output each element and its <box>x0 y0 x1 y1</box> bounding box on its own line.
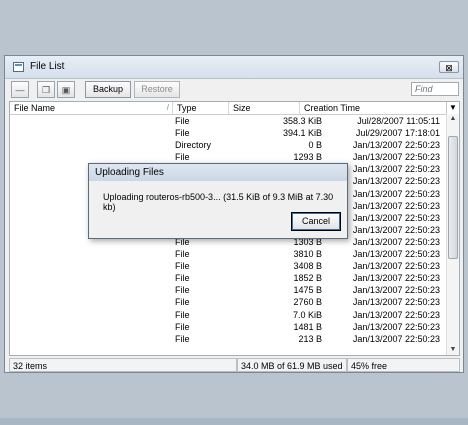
file-time-cell: Jan/13/2007 22:50:23 <box>352 249 440 260</box>
sort-icon: / <box>166 103 169 112</box>
toolbar: — ❐ ▣ Backup Restore <box>5 78 463 102</box>
file-time-cell: Jan/13/2007 22:50:23 <box>352 140 440 151</box>
file-type-cell: Directory <box>175 140 212 151</box>
cancel-button[interactable]: Cancel <box>291 212 341 231</box>
status-item-count: 32 items <box>9 358 237 372</box>
table-row[interactable]: autosupout.old.rifFile358.3 KiBJul/28/20… <box>10 115 446 127</box>
file-time-cell: Jan/13/2007 22:50:23 <box>352 297 440 308</box>
copy-icon[interactable]: ❐ <box>37 81 55 98</box>
file-type-cell: File <box>175 261 190 272</box>
scroll-up-icon[interactable]: ▲ <box>447 114 459 124</box>
file-time-cell: Jan/13/2007 22:50:23 <box>352 261 440 272</box>
table-row[interactable]: hotspot/alogin.htmlFile1293 BJan/13/2007… <box>10 151 446 163</box>
table-row[interactable]: hotspotDirectory0 BJan/13/2007 22:50:23 <box>10 139 446 151</box>
column-header-file-name[interactable]: File Name / <box>10 102 173 114</box>
status-disk-usage: 34.0 MB of 61.9 MB used <box>237 358 347 372</box>
file-time-cell: Jan/13/2007 22:50:23 <box>352 285 440 296</box>
file-type-cell: File <box>175 152 190 163</box>
table-row[interactable]: hotspot/lv/status.htmlFile2760 BJan/13/2… <box>10 296 446 308</box>
column-header-size[interactable]: Size <box>229 102 300 114</box>
file-size-cell: 1293 B <box>293 152 322 163</box>
file-size-cell: 394.1 KiB <box>282 128 322 139</box>
file-size-cell: 1852 B <box>293 273 322 284</box>
table-row[interactable]: hotspot/redirect.htmlFile213 BJan/13/200… <box>10 333 446 345</box>
upload-progress-message: Uploading routeros-rb500-3... (31.5 KiB … <box>103 192 334 212</box>
remove-icon[interactable]: — <box>11 81 29 98</box>
close-button[interactable]: ⊠ <box>439 61 459 73</box>
file-size-cell: 358.3 KiB <box>282 116 322 126</box>
file-size-cell: 7.0 KiB <box>292 309 322 320</box>
file-time-cell: Jan/13/2007 22:50:23 <box>352 273 440 284</box>
file-type-cell: File <box>175 116 190 126</box>
table-row[interactable]: hotspot/md5.jsFile7.0 KiBJan/13/2007 22:… <box>10 309 446 321</box>
paste-icon[interactable]: ▣ <box>57 81 75 98</box>
file-type-cell: File <box>175 249 190 260</box>
file-type-cell: File <box>175 128 190 139</box>
column-header-label: File Name <box>14 103 56 113</box>
file-time-cell: Jan/13/2007 22:50:23 <box>352 321 440 332</box>
file-time-cell: Jan/13/2007 22:50:23 <box>352 152 440 163</box>
table-row[interactable]: hotspot/lv/logout.htmlFile1852 BJan/13/2… <box>10 272 446 284</box>
vertical-scrollbar[interactable]: ▲ ▼ <box>446 114 459 355</box>
file-type-cell: File <box>175 309 190 320</box>
file-type-cell: File <box>175 285 190 296</box>
file-type-cell: File <box>175 321 190 332</box>
table-row[interactable]: hotspot/lv/login.htmlFile3408 BJan/13/20… <box>10 260 446 272</box>
file-size-cell: 3810 B <box>293 249 322 260</box>
column-menu-icon[interactable]: ▼ <box>446 102 459 114</box>
file-size-cell: 1481 B <box>293 321 322 332</box>
file-size-cell: 1475 B <box>293 285 322 296</box>
backup-button[interactable]: Backup <box>85 81 131 98</box>
file-time-cell: Jul/28/2007 11:05:11 <box>357 116 440 126</box>
table-row[interactable]: hotspot/lv/errors.txtFile3810 BJan/13/20… <box>10 248 446 260</box>
file-size-cell: 2760 B <box>293 297 322 308</box>
table-row[interactable]: hotspot/lv/radvert.htmlFile1475 BJan/13/… <box>10 284 446 296</box>
upload-dialog: Uploading Files Uploading routeros-rb500… <box>88 163 348 239</box>
file-size-cell: 213 B <box>298 333 322 344</box>
file-time-cell: Jul/29/2007 17:18:01 <box>355 128 440 139</box>
column-header-creation-time[interactable]: Creation Time <box>300 102 448 114</box>
file-type-cell: File <box>175 297 190 308</box>
desktop-strip <box>0 418 468 425</box>
file-time-cell: Jan/13/2007 22:50:23 <box>352 309 440 320</box>
table-row[interactable]: autosupout.rifFile394.1 KiBJul/29/2007 1… <box>10 127 446 139</box>
file-time-cell: Jan/13/2007 22:50:23 <box>352 333 440 344</box>
dialog-title: Uploading Files <box>89 164 347 181</box>
table-row[interactable]: hotspot/radvert.htmlFile1481 BJan/13/200… <box>10 321 446 333</box>
table-header: File Name / Type Size Creation Time ▼ <box>10 102 459 115</box>
title-bar[interactable]: File List ⊠ <box>5 56 463 79</box>
find-input[interactable] <box>411 82 459 96</box>
column-header-type[interactable]: Type <box>173 102 229 114</box>
file-type-cell: File <box>175 333 190 344</box>
window-icon <box>13 62 24 72</box>
file-size-cell: 0 B <box>308 140 322 151</box>
restore-button[interactable]: Restore <box>134 81 180 98</box>
file-type-cell: File <box>175 273 190 284</box>
status-bar: 32 items 34.0 MB of 61.9 MB used 45% fre… <box>9 358 460 372</box>
file-size-cell: 3408 B <box>293 261 322 272</box>
window-title: File List <box>30 61 65 72</box>
scroll-down-icon[interactable]: ▼ <box>447 345 459 355</box>
scrollbar-thumb[interactable] <box>448 136 458 259</box>
status-free-space: 45% free <box>347 358 460 372</box>
